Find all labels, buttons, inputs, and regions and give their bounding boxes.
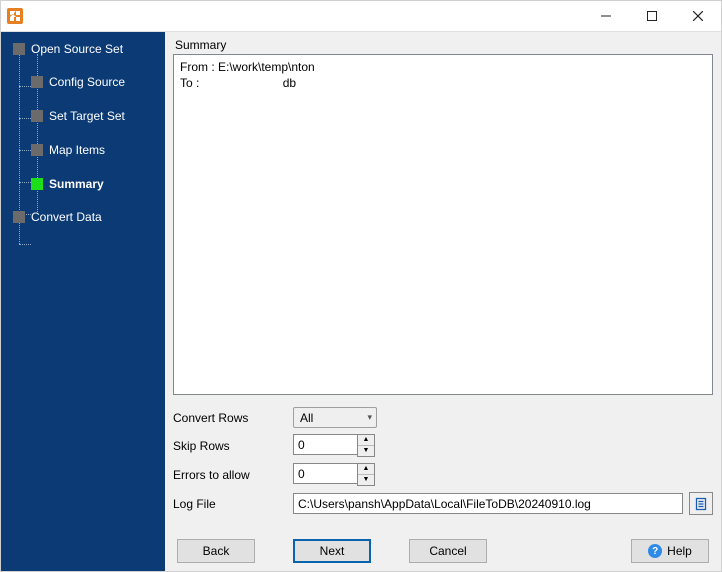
errors-label: Errors to allow bbox=[173, 468, 293, 482]
cancel-button-label: Cancel bbox=[429, 544, 466, 558]
skip-rows-label: Skip Rows bbox=[173, 439, 293, 453]
sidebar-item-label: Set Target Set bbox=[49, 109, 125, 123]
wizard-sidebar: Open Source Set Config Source Set Target… bbox=[1, 32, 165, 571]
tree-node-icon bbox=[31, 110, 43, 122]
maximize-icon bbox=[647, 11, 657, 21]
back-button[interactable]: Back bbox=[177, 539, 255, 563]
help-icon: ? bbox=[648, 544, 662, 558]
convert-rows-label: Convert Rows bbox=[173, 411, 293, 425]
tree-node-icon bbox=[31, 76, 43, 88]
skip-rows-down-button[interactable]: ▼ bbox=[358, 446, 374, 457]
cancel-button[interactable]: Cancel bbox=[409, 539, 487, 563]
sidebar-item-set-target-set[interactable]: Set Target Set bbox=[1, 104, 165, 128]
close-icon bbox=[693, 11, 703, 21]
summary-textbox[interactable]: From : E:\work\temp\nton To : db bbox=[173, 54, 713, 395]
app-icon bbox=[7, 8, 23, 24]
skip-rows-spinner: ▲ ▼ bbox=[293, 434, 375, 457]
errors-input[interactable] bbox=[293, 463, 357, 484]
sidebar-item-label: Convert Data bbox=[31, 210, 102, 224]
sidebar-item-label: Open Source Set bbox=[31, 42, 123, 56]
sidebar-item-map-items[interactable]: Map Items bbox=[1, 138, 165, 162]
sidebar-item-label: Config Source bbox=[49, 75, 125, 89]
title-bar bbox=[1, 1, 721, 32]
main-area: Open Source Set Config Source Set Target… bbox=[1, 32, 721, 571]
sidebar-item-open-source-set[interactable]: Open Source Set bbox=[1, 38, 165, 60]
summary-heading: Summary bbox=[175, 38, 713, 52]
close-button[interactable] bbox=[675, 1, 721, 31]
convert-rows-value: All bbox=[300, 411, 313, 425]
errors-up-button[interactable]: ▲ bbox=[358, 464, 374, 475]
errors-spinner: ▲ ▼ bbox=[293, 463, 375, 486]
tree-node-icon bbox=[13, 211, 25, 223]
sidebar-item-convert-data[interactable]: Convert Data bbox=[1, 206, 165, 228]
minimize-icon bbox=[601, 11, 611, 21]
chevron-down-icon: ▾ bbox=[367, 412, 372, 423]
skip-rows-input[interactable] bbox=[293, 434, 357, 455]
logfile-input[interactable] bbox=[293, 493, 683, 514]
help-button-label: Help bbox=[667, 544, 692, 558]
next-button-label: Next bbox=[320, 544, 345, 558]
sidebar-item-config-source[interactable]: Config Source bbox=[1, 70, 165, 94]
sidebar-item-summary[interactable]: Summary bbox=[1, 172, 165, 196]
tree-connector bbox=[19, 244, 31, 245]
tree-node-icon bbox=[31, 144, 43, 156]
errors-buttons: ▲ ▼ bbox=[357, 463, 375, 486]
errors-down-button[interactable]: ▼ bbox=[358, 475, 374, 486]
sidebar-item-label: Map Items bbox=[49, 143, 105, 157]
logfile-browse-button[interactable] bbox=[689, 492, 713, 515]
document-icon bbox=[694, 497, 708, 511]
sidebar-item-label: Summary bbox=[49, 177, 104, 191]
convert-rows-select[interactable]: All ▾ bbox=[293, 407, 377, 428]
wizard-button-row: Back Next Cancel ? Help bbox=[173, 539, 713, 563]
logfile-row: Log File bbox=[173, 492, 713, 515]
tree-node-icon bbox=[13, 43, 25, 55]
tree-node-icon bbox=[31, 178, 43, 190]
next-button[interactable]: Next bbox=[293, 539, 371, 563]
errors-row: Errors to allow ▲ ▼ bbox=[173, 463, 713, 486]
options-form: Convert Rows All ▾ Skip Rows ▲ ▼ Errors … bbox=[173, 407, 713, 521]
window-controls bbox=[583, 1, 721, 31]
minimize-button[interactable] bbox=[583, 1, 629, 31]
content-panel: Summary From : E:\work\temp\nton To : db… bbox=[165, 32, 721, 571]
skip-rows-buttons: ▲ ▼ bbox=[357, 434, 375, 457]
skip-rows-row: Skip Rows ▲ ▼ bbox=[173, 434, 713, 457]
convert-rows-row: Convert Rows All ▾ bbox=[173, 407, 713, 428]
back-button-label: Back bbox=[203, 544, 230, 558]
logfile-label: Log File bbox=[173, 497, 293, 511]
help-button[interactable]: ? Help bbox=[631, 539, 709, 563]
skip-rows-up-button[interactable]: ▲ bbox=[358, 435, 374, 446]
maximize-button[interactable] bbox=[629, 1, 675, 31]
